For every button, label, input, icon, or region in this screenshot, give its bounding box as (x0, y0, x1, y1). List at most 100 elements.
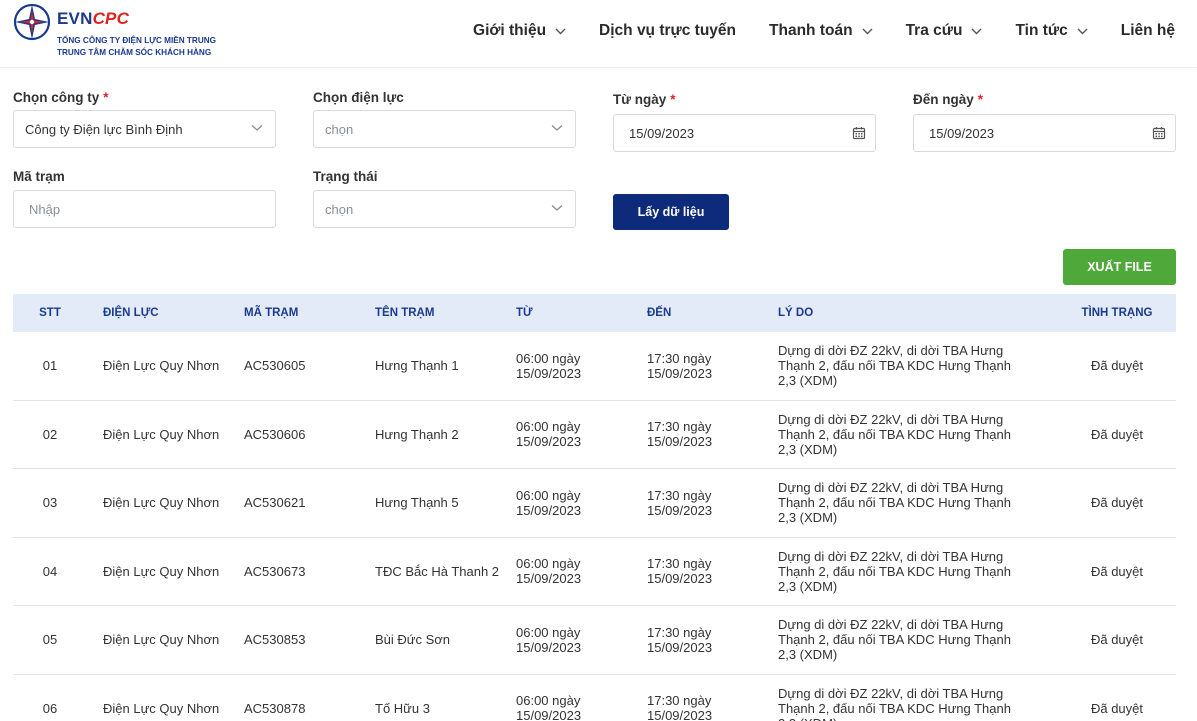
cell-tu: 06:00 ngày 15/09/2023 (516, 419, 582, 450)
brand-subtitle-1: TỔNG CÔNG TY ĐIỆN LỰC MIỀN TRUNG (57, 36, 217, 45)
nav-item-4[interactable]: Tin tức (1015, 20, 1088, 42)
required-mark: * (103, 90, 109, 105)
cell-tinh-trang: Đã duyệt (1090, 495, 1144, 511)
cell-tu: 06:00 ngày 15/09/2023 (516, 350, 582, 381)
nav-item-5[interactable]: Liên hệ (1121, 20, 1175, 42)
chevron-down-icon (251, 125, 263, 131)
from-date-label-text: Từ ngày (613, 92, 667, 107)
nav-item-label: Thanh toán (769, 22, 853, 39)
outage-table: STT ĐIỆN LỰC MÃ TRẠM TÊN TRẠM TỪ ĐẾN LÝ DO TÌNH… (13, 294, 1176, 721)
cell-den: 17:30 ngày 15/09/2023 (647, 350, 713, 381)
cell-stt: 01 (42, 358, 58, 374)
column-header-dien-luc: ĐIỆN LỰC (103, 307, 159, 319)
company-select[interactable]: Công ty Điện lực Bình Định (13, 110, 276, 148)
to-date-input[interactable]: 15/09/2023 (913, 114, 1176, 152)
company-select-value: Công ty Điện lực Bình Định (25, 121, 183, 137)
cell-tu: 06:00 ngày 15/09/2023 (516, 693, 582, 721)
main-nav: Giới thiệu Dịch vụ trực tuyến Thanh toán Tr… (440, 20, 1175, 42)
to-date-value: 15/09/2023 (929, 125, 995, 141)
cell-stt: 02 (42, 426, 58, 442)
company-label: Chọn công ty * (13, 90, 109, 105)
nav-item-label: Dịch vụ trực tuyến (599, 22, 737, 39)
to-date-label-text: Đến ngày (913, 92, 974, 107)
cell-ma-tram: AC530853 (244, 632, 306, 648)
export-file-button[interactable]: XUẤT FILE (1063, 249, 1176, 285)
cell-ten-tram: Tố Hữu 3 (375, 700, 430, 716)
cell-ly-do: Dựng di dời ĐZ 22kV, di dời TBA Hưng Thạ… (778, 343, 1011, 389)
cell-tinh-trang: Đã duyệt (1090, 563, 1144, 579)
cell-ten-tram: Hưng Thạnh 1 (375, 358, 459, 374)
calendar-icon[interactable] (1152, 126, 1166, 140)
table-body: 01 Điện Lực Quy Nhơn AC530605 Hưng Thạnh 1 0… (13, 332, 1176, 721)
nav-item-label: Giới thiệu (473, 22, 547, 39)
nav-item-0[interactable]: Giới thiệu (473, 20, 566, 42)
cell-dien-luc: Điện Lực Quy Nhơn (103, 563, 220, 579)
chevron-down-icon (1077, 28, 1088, 35)
chevron-down-icon (971, 28, 982, 35)
matram-placeholder: Nhập (29, 201, 61, 217)
table-row: 01 Điện Lực Quy Nhơn AC530605 Hưng Thạnh 1 0… (13, 332, 1176, 401)
cell-ten-tram: Hưng Thạnh 5 (375, 495, 459, 511)
to-date-label: Đến ngày * (913, 92, 983, 107)
column-header-tinh-trang: TÌNH TRẠNG (1081, 307, 1153, 319)
cell-tinh-trang: Đã duyệt (1090, 632, 1144, 648)
from-date-value: 15/09/2023 (629, 125, 695, 141)
cell-stt: 05 (42, 632, 58, 648)
cell-den: 17:30 ngày 15/09/2023 (647, 487, 713, 518)
matram-input[interactable]: Nhập (13, 190, 276, 228)
cell-den: 17:30 ngày 15/09/2023 (647, 693, 713, 721)
table-row: 05 Điện Lực Quy Nhơn AC530853 Bùi Đức Sơn 06… (13, 606, 1176, 675)
cell-tinh-trang: Đã duyệt (1090, 358, 1144, 374)
cell-ma-tram: AC530605 (244, 358, 306, 374)
cell-ma-tram: AC530673 (244, 563, 306, 579)
status-label: Trạng thái (313, 169, 378, 184)
cell-ten-tram: TĐC Bắc Hà Thanh 2 (375, 563, 500, 579)
nav-item-label: Tin tức (1015, 22, 1068, 39)
brand-name: EVNCPC (57, 9, 129, 29)
required-mark: * (977, 92, 984, 107)
from-date-label: Từ ngày * (613, 92, 676, 107)
required-mark: * (670, 92, 676, 107)
table-row: 02 Điện Lực Quy Nhơn AC530606 Hưng Thạnh 2 0… (13, 401, 1176, 469)
chevron-down-icon (555, 28, 566, 35)
cell-dien-luc: Điện Lực Quy Nhơn (103, 495, 220, 511)
cell-tu: 06:00 ngày 15/09/2023 (516, 624, 582, 655)
nav-item-1[interactable]: Dịch vụ trực tuyến (599, 20, 736, 42)
table-row: 06 Điện Lực Quy Nhơn AC530878 Tố Hữu 3 06:00… (13, 675, 1176, 721)
cell-ly-do: Dựng di dời ĐZ 22kV, di dời TBA Hưng Thạ… (778, 411, 1011, 457)
nav-item-2[interactable]: Thanh toán (769, 20, 873, 42)
site-header: EVNCPC TỔNG CÔNG TY ĐIỆN LỰC MIỀN TRUNG … (0, 0, 1197, 68)
cell-stt: 03 (42, 495, 58, 511)
from-date-input[interactable]: 15/09/2023 (613, 114, 876, 152)
cell-den: 17:30 ngày 15/09/2023 (647, 419, 713, 450)
cell-ten-tram: Bùi Đức Sơn (375, 632, 451, 648)
status-select[interactable]: chọn (313, 190, 576, 228)
cell-ly-do: Dựng di dời ĐZ 22kV, di dời TBA Hưng Thạ… (778, 480, 1011, 526)
evncpc-logo[interactable]: EVNCPC TỔNG CÔNG TY ĐIỆN LỰC MIỀN TRUNG … (12, 2, 242, 62)
cell-ly-do: Dựng di dời ĐZ 22kV, di dời TBA Hưng Thạ… (778, 548, 1011, 594)
fetch-data-button[interactable]: Lấy dữ liệu (613, 194, 729, 230)
column-header-stt: STT (39, 307, 61, 319)
table-header: STT ĐIỆN LỰC MÃ TRẠM TÊN TRẠM TỪ ĐẾN LÝ DO TÌNH… (13, 294, 1176, 332)
brand-cpc: CPC (92, 9, 130, 28)
chevron-down-icon (862, 28, 873, 35)
status-select-value: chọn (325, 201, 354, 217)
brand-subtitle-2: TRUNG TÂM CHĂM SÓC KHÁCH HÀNG (57, 48, 212, 57)
cell-tu: 06:00 ngày 15/09/2023 (516, 487, 582, 518)
chevron-down-icon (551, 205, 563, 211)
company-label-text: Chọn công ty (13, 90, 100, 105)
cell-stt: 06 (42, 700, 58, 716)
brand-evn: EVN (57, 9, 93, 28)
evn-star-logo-icon (13, 3, 51, 41)
column-header-ly-do: LÝ DO (778, 307, 814, 319)
cell-tu: 06:00 ngày 15/09/2023 (516, 556, 582, 587)
dienluc-select[interactable]: chọn (313, 110, 576, 148)
cell-dien-luc: Điện Lực Quy Nhơn (103, 426, 220, 442)
column-header-ma-tram: MÃ TRẠM (244, 307, 299, 319)
cell-tinh-trang: Đã duyệt (1090, 700, 1144, 716)
cell-dien-luc: Điện Lực Quy Nhơn (103, 632, 220, 648)
matram-label: Mã trạm (13, 169, 65, 184)
calendar-icon[interactable] (852, 126, 866, 140)
cell-stt: 04 (42, 563, 58, 579)
nav-item-3[interactable]: Tra cứu (906, 20, 983, 42)
